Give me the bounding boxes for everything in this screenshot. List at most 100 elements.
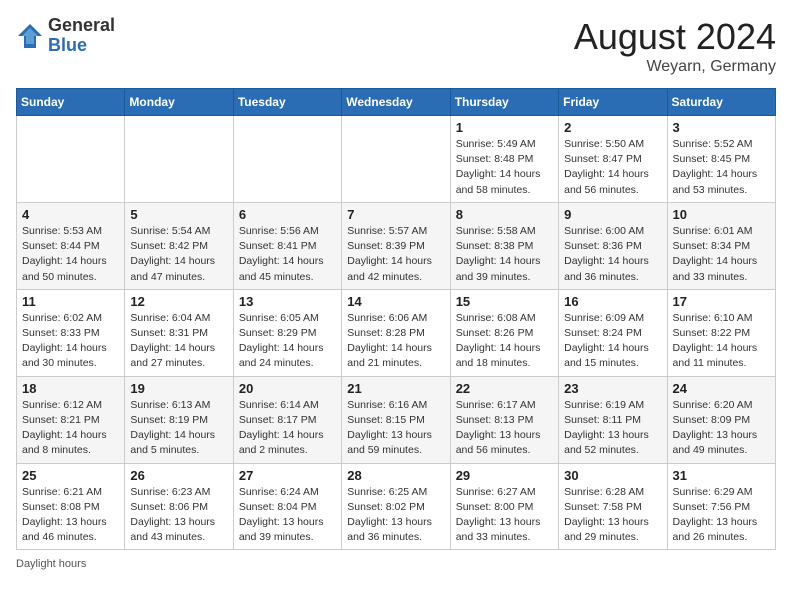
calendar-cell: 23Sunrise: 6:19 AM Sunset: 8:11 PM Dayli… <box>559 376 667 463</box>
day-number: 20 <box>239 381 336 396</box>
day-info: Sunrise: 5:49 AM Sunset: 8:48 PM Dayligh… <box>456 137 553 198</box>
day-header-saturday: Saturday <box>667 89 775 116</box>
day-number: 8 <box>456 207 553 222</box>
calendar-cell <box>342 116 450 203</box>
day-info: Sunrise: 5:50 AM Sunset: 8:47 PM Dayligh… <box>564 137 661 198</box>
calendar-cell: 28 Sunrise: 6:25 AM Sunset: 8:02 PM Dayli… <box>342 463 450 550</box>
day-header-thursday: Thursday <box>450 89 558 116</box>
day-number: 29 <box>456 468 553 483</box>
day-number: 4 <box>22 207 119 222</box>
day-info: Sunrise: 6:02 AM Sunset: 8:33 PM Dayligh… <box>22 311 119 372</box>
day-info: Sunrise: 5:52 AM Sunset: 8:45 PM Dayligh… <box>673 137 770 198</box>
calendar-cell: 12 Sunrise: 6:04 AM Sunset: 8:31 PM Dayli… <box>125 289 233 376</box>
calendar-cell: 2 Sunrise: 5:50 AM Sunset: 8:47 PM Daylig… <box>559 116 667 203</box>
day-info: Sunrise: 6:21 AM Sunset: 8:08 PM Dayligh… <box>22 485 119 546</box>
day-info: Sunrise: 5:53 AM Sunset: 8:44 PM Dayligh… <box>22 224 119 285</box>
day-info: Sunrise: 6:25 AM Sunset: 8:02 PM Dayligh… <box>347 485 444 546</box>
day-number: 3 <box>673 120 770 135</box>
calendar-cell: 11Sunrise: 6:02 AM Sunset: 8:33 PM Dayli… <box>17 289 125 376</box>
calendar-week-4: 18 Sunrise: 6:12 AM Sunset: 8:21 PM Dayli… <box>17 376 776 463</box>
day-number: 28 <box>347 468 444 483</box>
day-number: 12 <box>130 294 227 309</box>
day-info: Sunrise: 6:17 AM Sunset: 8:13 PM Dayligh… <box>456 398 553 459</box>
calendar-cell: 24 Sunrise: 6:20 AM Sunset: 8:09 PM Dayli… <box>667 376 775 463</box>
calendar-cell: 31 Sunrise: 6:29 AM Sunset: 7:56 PM Dayli… <box>667 463 775 550</box>
calendar-table: SundayMondayTuesdayWednesdayThursdayFrid… <box>16 88 776 550</box>
day-info: Sunrise: 6:00 AM Sunset: 8:36 PM Dayligh… <box>564 224 661 285</box>
footer-note: Daylight hours <box>16 558 776 570</box>
day-info: Sunrise: 6:04 AM Sunset: 8:31 PM Dayligh… <box>130 311 227 372</box>
day-info: Sunrise: 6:08 AM Sunset: 8:26 PM Dayligh… <box>456 311 553 372</box>
day-info: Sunrise: 6:28 AM Sunset: 7:58 PM Dayligh… <box>564 485 661 546</box>
day-info: Sunrise: 6:20 AM Sunset: 8:09 PM Dayligh… <box>673 398 770 459</box>
day-info: Sunrise: 6:23 AM Sunset: 8:06 PM Dayligh… <box>130 485 227 546</box>
day-info: Sunrise: 6:16 AM Sunset: 8:15 PM Dayligh… <box>347 398 444 459</box>
calendar-cell: 3 Sunrise: 5:52 AM Sunset: 8:45 PM Daylig… <box>667 116 775 203</box>
day-info: Sunrise: 6:14 AM Sunset: 8:17 PM Dayligh… <box>239 398 336 459</box>
day-info: Sunrise: 5:57 AM Sunset: 8:39 PM Dayligh… <box>347 224 444 285</box>
calendar-cell: 6 Sunrise: 5:56 AM Sunset: 8:41 PM Daylig… <box>233 202 341 289</box>
calendar-cell: 8 Sunrise: 5:58 AM Sunset: 8:38 PM Daylig… <box>450 202 558 289</box>
day-header-friday: Friday <box>559 89 667 116</box>
calendar-location: Weyarn, Germany <box>574 58 776 76</box>
day-info: Sunrise: 5:58 AM Sunset: 8:38 PM Dayligh… <box>456 224 553 285</box>
calendar-cell: 22 Sunrise: 6:17 AM Sunset: 8:13 PM Dayli… <box>450 376 558 463</box>
day-number: 13 <box>239 294 336 309</box>
day-number: 5 <box>130 207 227 222</box>
day-number: 2 <box>564 120 661 135</box>
day-info: Sunrise: 6:13 AM Sunset: 8:19 PM Dayligh… <box>130 398 227 459</box>
day-number: 31 <box>673 468 770 483</box>
day-number: 15 <box>456 294 553 309</box>
day-info: Sunrise: 6:09 AM Sunset: 8:24 PM Dayligh… <box>564 311 661 372</box>
calendar-week-2: 4 Sunrise: 5:53 AM Sunset: 8:44 PM Daylig… <box>17 202 776 289</box>
day-number: 16 <box>564 294 661 309</box>
calendar-cell: 20 Sunrise: 6:14 AM Sunset: 8:17 PM Dayli… <box>233 376 341 463</box>
calendar-cell: 18 Sunrise: 6:12 AM Sunset: 8:21 PM Dayli… <box>17 376 125 463</box>
logo-icon <box>16 22 44 50</box>
day-number: 30 <box>564 468 661 483</box>
day-info: Sunrise: 6:06 AM Sunset: 8:28 PM Dayligh… <box>347 311 444 372</box>
day-number: 9 <box>564 207 661 222</box>
day-number: 10 <box>673 207 770 222</box>
day-number: 27 <box>239 468 336 483</box>
day-info: Sunrise: 5:54 AM Sunset: 8:42 PM Dayligh… <box>130 224 227 285</box>
calendar-week-3: 11Sunrise: 6:02 AM Sunset: 8:33 PM Dayli… <box>17 289 776 376</box>
calendar-cell: 29Sunrise: 6:27 AM Sunset: 8:00 PM Dayli… <box>450 463 558 550</box>
day-number: 17 <box>673 294 770 309</box>
logo-text: General Blue <box>48 16 115 56</box>
day-info: Sunrise: 6:01 AM Sunset: 8:34 PM Dayligh… <box>673 224 770 285</box>
footer-text: Daylight hours <box>16 558 86 570</box>
calendar-week-1: 1 Sunrise: 5:49 AM Sunset: 8:48 PM Daylig… <box>17 116 776 203</box>
calendar-cell: 7Sunrise: 5:57 AM Sunset: 8:39 PM Daylig… <box>342 202 450 289</box>
day-info: Sunrise: 5:56 AM Sunset: 8:41 PM Dayligh… <box>239 224 336 285</box>
day-info: Sunrise: 6:24 AM Sunset: 8:04 PM Dayligh… <box>239 485 336 546</box>
calendar-cell: 13Sunrise: 6:05 AM Sunset: 8:29 PM Dayli… <box>233 289 341 376</box>
day-info: Sunrise: 6:10 AM Sunset: 8:22 PM Dayligh… <box>673 311 770 372</box>
calendar-cell: 1 Sunrise: 5:49 AM Sunset: 8:48 PM Daylig… <box>450 116 558 203</box>
day-header-sunday: Sunday <box>17 89 125 116</box>
title-block: August 2024 Weyarn, Germany <box>574 16 776 76</box>
day-number: 23 <box>564 381 661 396</box>
page-header: General Blue August 2024 Weyarn, Germany <box>16 16 776 76</box>
logo: General Blue <box>16 16 115 56</box>
day-info: Sunrise: 6:12 AM Sunset: 8:21 PM Dayligh… <box>22 398 119 459</box>
day-number: 14 <box>347 294 444 309</box>
day-header-tuesday: Tuesday <box>233 89 341 116</box>
calendar-cell: 16 Sunrise: 6:09 AM Sunset: 8:24 PM Dayli… <box>559 289 667 376</box>
calendar-week-5: 25Sunrise: 6:21 AM Sunset: 8:08 PM Dayli… <box>17 463 776 550</box>
day-header-wednesday: Wednesday <box>342 89 450 116</box>
calendar-cell: 17 Sunrise: 6:10 AM Sunset: 8:22 PM Dayli… <box>667 289 775 376</box>
day-number: 18 <box>22 381 119 396</box>
day-number: 24 <box>673 381 770 396</box>
calendar-cell <box>233 116 341 203</box>
day-number: 22 <box>456 381 553 396</box>
calendar-cell: 5 Sunrise: 5:54 AM Sunset: 8:42 PM Daylig… <box>125 202 233 289</box>
calendar-cell: 9 Sunrise: 6:00 AM Sunset: 8:36 PM Daylig… <box>559 202 667 289</box>
calendar-cell <box>125 116 233 203</box>
day-number: 6 <box>239 207 336 222</box>
logo-general-text: General <box>48 16 115 36</box>
day-info: Sunrise: 6:29 AM Sunset: 7:56 PM Dayligh… <box>673 485 770 546</box>
calendar-cell: 4 Sunrise: 5:53 AM Sunset: 8:44 PM Daylig… <box>17 202 125 289</box>
calendar-cell <box>17 116 125 203</box>
day-number: 1 <box>456 120 553 135</box>
